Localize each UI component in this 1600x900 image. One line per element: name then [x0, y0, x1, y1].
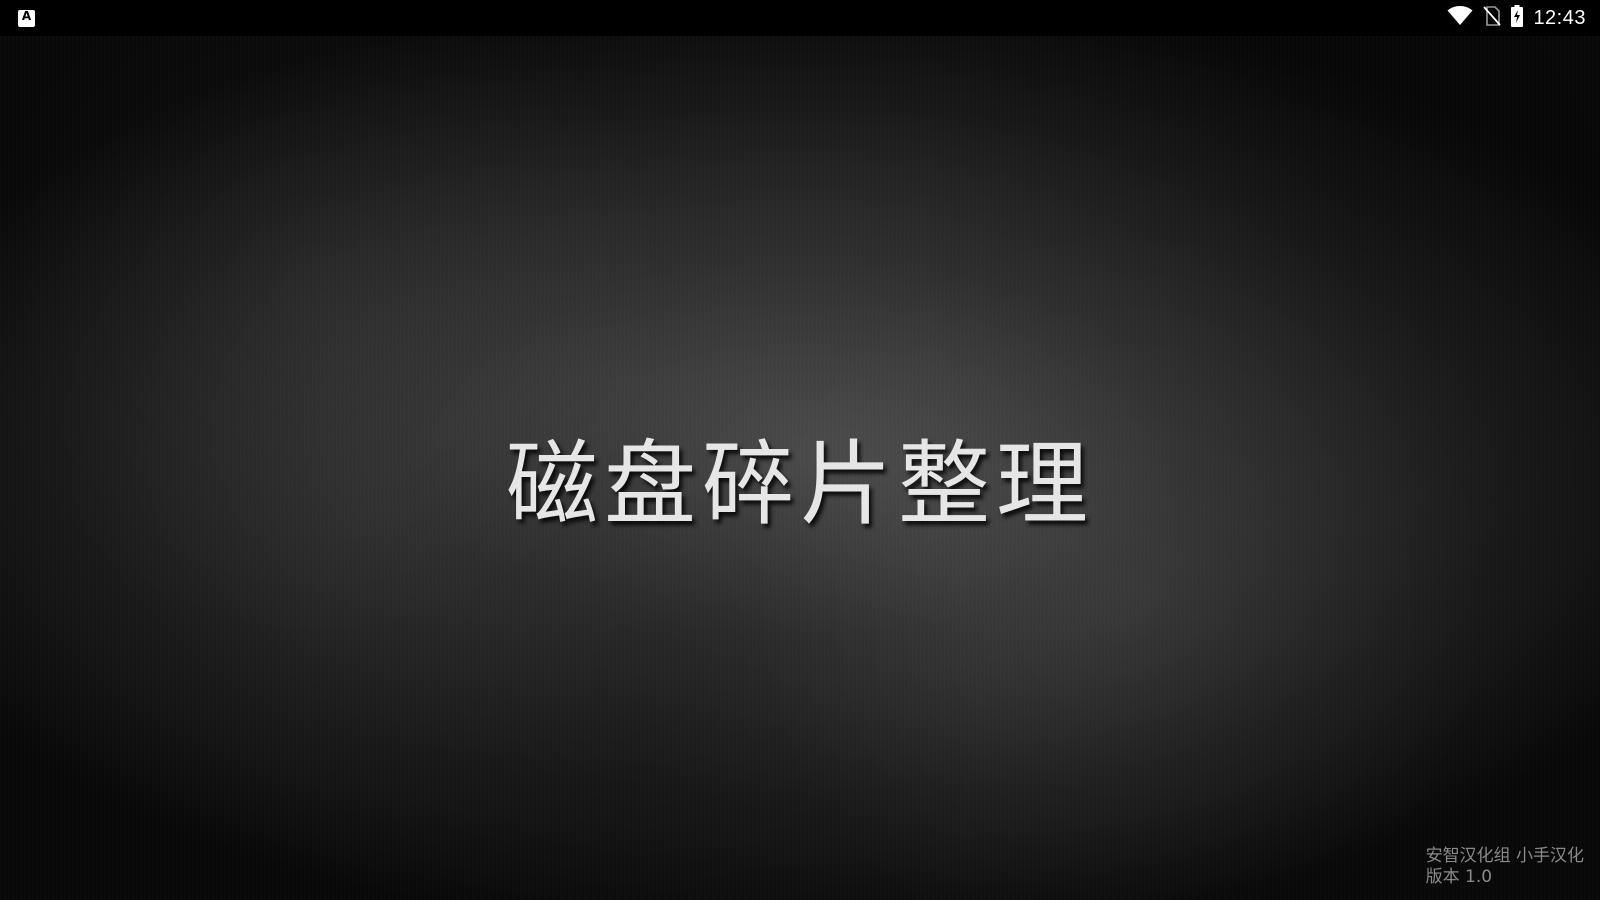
splash-screen: 磁盘碎片整理 安智汉化组 小手汉化 版本 1.0 [0, 36, 1600, 900]
status-bar-right: 12:43 [1447, 5, 1586, 31]
no-sim-icon [1483, 6, 1502, 30]
wifi-icon [1447, 6, 1473, 30]
battery-charging-icon [1511, 5, 1524, 31]
splash-app-title: 磁盘碎片整理 [505, 431, 1094, 538]
app-notification-icon [18, 9, 35, 27]
credit-line: 安智汉化组 小手汉化 [1425, 846, 1584, 866]
status-clock: 12:43 [1533, 6, 1586, 29]
version-line: 版本 1.0 [1425, 867, 1493, 887]
status-bar-left [18, 9, 35, 27]
status-bar: 12:43 [0, 0, 1600, 36]
splash-credits: 安智汉化组 小手汉化 版本 1.0 [1426, 846, 1584, 888]
